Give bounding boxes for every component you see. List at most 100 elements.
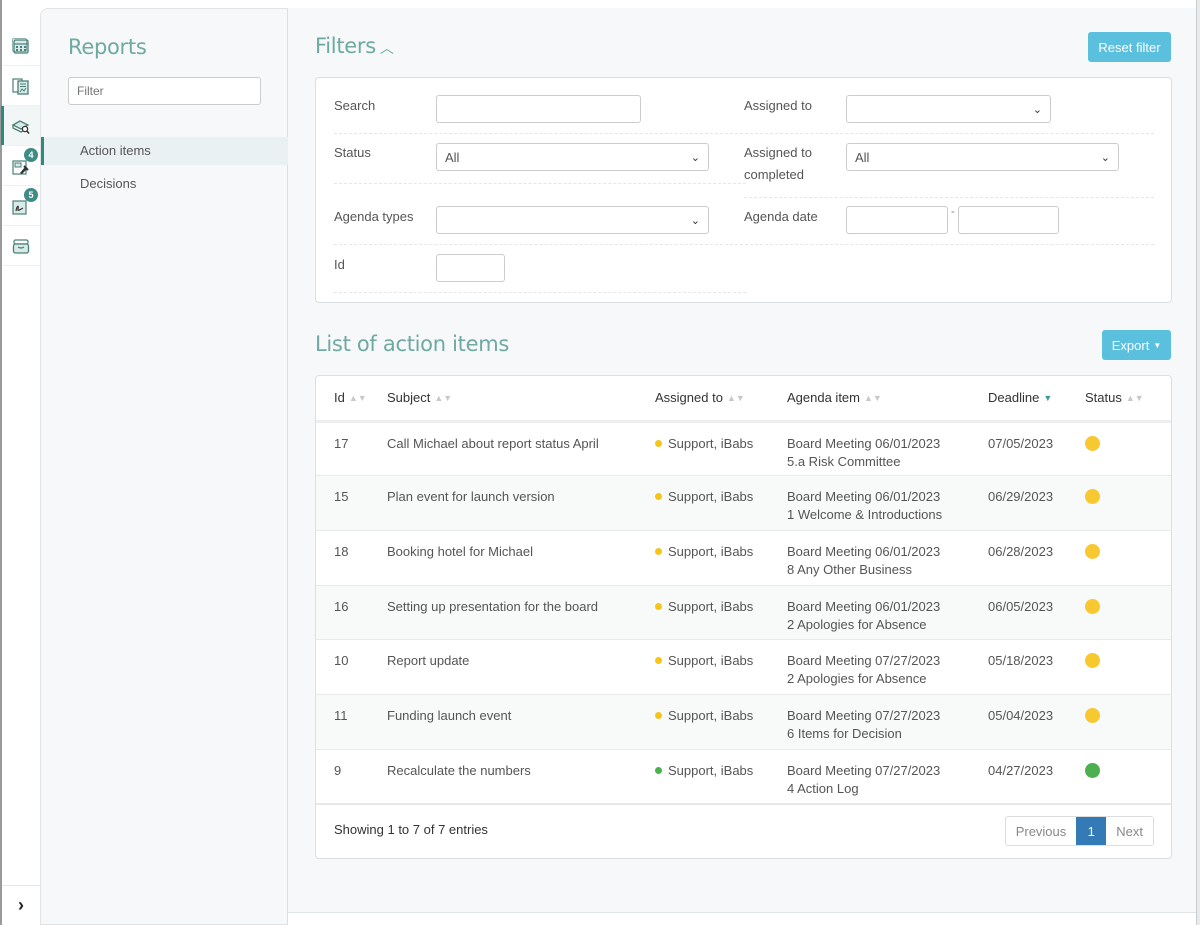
column-header-assigned-to[interactable]: Assigned to ▲▼ bbox=[655, 376, 787, 423]
cell-deadline: 06/05/2023 bbox=[988, 585, 1085, 641]
chevron-down-icon: ⌄ bbox=[1032, 104, 1042, 116]
id-input[interactable] bbox=[436, 254, 505, 282]
assignee-value: Support, iBabs bbox=[668, 598, 754, 614]
next-page-button[interactable]: Next bbox=[1106, 817, 1153, 845]
table-row[interactable]: 15 Plan event for launch version Support, … bbox=[316, 475, 1171, 531]
cell-agenda-item: Board Meeting 06/01/2023 1 Welcome & Intr… bbox=[787, 475, 988, 531]
cell-id: 18 bbox=[316, 530, 387, 586]
rail-item-calendar[interactable] bbox=[2, 26, 40, 66]
agenda-date-to-input[interactable] bbox=[958, 206, 1059, 234]
search-input[interactable] bbox=[436, 95, 641, 123]
subject-value[interactable]: Plan event for launch version bbox=[387, 489, 555, 504]
column-header-subject[interactable]: Subject ▲▼ bbox=[387, 376, 655, 423]
reset-filter-button[interactable]: Reset filter bbox=[1088, 32, 1171, 62]
id-value: 9 bbox=[334, 762, 342, 778]
cell-status bbox=[1085, 639, 1171, 695]
agenda-item-title: 4 Action Log bbox=[787, 780, 859, 796]
sort-icon: ▲▼ bbox=[864, 393, 882, 404]
id-value: 18 bbox=[334, 543, 349, 559]
cell-assigned: Support, iBabs bbox=[655, 639, 787, 695]
assignee-value: Support, iBabs bbox=[668, 435, 754, 451]
assignee-value: Support, iBabs bbox=[668, 543, 754, 559]
column-header-label: Subject bbox=[387, 390, 431, 406]
reports-filter-input[interactable] bbox=[68, 77, 261, 105]
assignee-value: Support, iBabs bbox=[668, 707, 754, 723]
subject-value[interactable]: Report update bbox=[387, 653, 469, 668]
agenda-item-title: 6 Items for Decision bbox=[787, 725, 902, 741]
table-row[interactable]: 9 Recalculate the numbers Support, iBabs Bo… bbox=[316, 749, 1171, 805]
agenda-item-title: 2 Apologies for Absence bbox=[787, 671, 927, 687]
action-items-badge: 4 bbox=[24, 148, 38, 162]
subject-value[interactable]: Setting up presentation for the board bbox=[387, 599, 598, 614]
rail-item-action-items[interactable]: 4 bbox=[2, 146, 40, 186]
id-value: 10 bbox=[334, 653, 349, 669]
table-row[interactable]: 16 Setting up presentation for the board S… bbox=[316, 585, 1171, 641]
sort-icon: ▲▼ bbox=[1125, 393, 1144, 404]
column-header-label: Deadline bbox=[988, 390, 1040, 406]
status-label: Status bbox=[334, 145, 371, 160]
table-row[interactable]: 11 Funding launch event Support, iBabs Boar… bbox=[316, 694, 1171, 750]
deadline-value: 04/27/2023 bbox=[988, 762, 1054, 778]
export-button[interactable]: Export ▼ bbox=[1102, 330, 1171, 360]
status-indicator bbox=[1085, 435, 1100, 451]
assignee-status-dot bbox=[655, 439, 662, 447]
agenda-meeting: Board Meeting 06/01/2023 bbox=[787, 489, 941, 505]
cell-status bbox=[1085, 530, 1171, 586]
subject-value[interactable]: Call Michael about report status April bbox=[387, 436, 599, 451]
rail-item-documents[interactable] bbox=[2, 66, 40, 106]
nav-item-decisions[interactable]: Decisions bbox=[41, 170, 288, 198]
cell-id: 11 bbox=[316, 694, 387, 750]
column-header-label: Agenda item bbox=[787, 390, 860, 406]
nav-item-action-items[interactable]: Action items bbox=[41, 137, 288, 165]
assignee-status-dot bbox=[655, 547, 662, 555]
assigned-to-select[interactable]: ⌄ bbox=[846, 95, 1051, 123]
agenda-date-label: Agenda date bbox=[744, 209, 818, 224]
cell-deadline: 06/29/2023 bbox=[988, 475, 1085, 531]
status-select[interactable]: All ⌄ bbox=[436, 143, 709, 171]
assignee-status-dot bbox=[655, 602, 662, 610]
page-1-button[interactable]: 1 bbox=[1076, 817, 1107, 845]
rail-item-archive[interactable] bbox=[2, 226, 40, 266]
subject-value[interactable]: Funding launch event bbox=[387, 708, 511, 723]
table-header-row: Id ▲▼ Subject ▲▼ Assigned to ▲▼ Agenda item… bbox=[316, 376, 1171, 423]
filter-divider bbox=[334, 183, 746, 184]
agenda-meeting: Board Meeting 06/01/2023 bbox=[787, 543, 941, 559]
column-header-agenda-item[interactable]: Agenda item ▲▼ bbox=[787, 376, 988, 423]
status-indicator bbox=[1085, 653, 1100, 669]
assigned-completed-select[interactable]: All ⌄ bbox=[846, 143, 1119, 171]
previous-page-button[interactable]: Previous bbox=[1005, 817, 1077, 845]
filters-panel: Search Status All ⌄ Agenda types ⌄ Id Ass… bbox=[315, 77, 1172, 303]
assignee-status-dot bbox=[655, 711, 662, 719]
cell-status bbox=[1085, 694, 1171, 750]
id-value: 11 bbox=[334, 707, 348, 723]
cell-assigned: Support, iBabs bbox=[655, 694, 787, 750]
cell-assigned: Support, iBabs bbox=[655, 585, 787, 641]
filters-title[interactable]: Filters ︿ bbox=[315, 34, 394, 58]
chevron-right-icon: › bbox=[18, 895, 24, 915]
chevron-up-icon[interactable]: ︿ bbox=[380, 41, 394, 57]
table-row[interactable]: 10 Report update Support, iBabs Board Meeti… bbox=[316, 639, 1171, 695]
column-header-deadline[interactable]: Deadline ▼ bbox=[988, 376, 1085, 423]
expand-sidebar-button[interactable]: › bbox=[2, 885, 40, 925]
rail-item-signing[interactable]: 5 bbox=[2, 186, 40, 226]
table-row[interactable]: 17 Call Michael about report status April… bbox=[316, 421, 1171, 477]
rail-item-reports[interactable] bbox=[1, 106, 40, 146]
subject-value[interactable]: Recalculate the numbers bbox=[387, 763, 531, 778]
subject-value[interactable]: Booking hotel for Michael bbox=[387, 544, 533, 559]
agenda-meeting: Board Meeting 07/27/2023 bbox=[787, 762, 941, 778]
assigned-to-label: Assigned to bbox=[744, 98, 812, 113]
cell-status bbox=[1085, 421, 1171, 477]
agenda-date-from-input[interactable] bbox=[846, 206, 948, 234]
cell-subject: Funding launch event bbox=[387, 694, 655, 750]
reports-title: Reports bbox=[68, 35, 147, 59]
status-indicator bbox=[1085, 707, 1100, 723]
cell-subject: Setting up presentation for the board bbox=[387, 585, 655, 641]
table-row[interactable]: 18 Booking hotel for Michael Support, iBab… bbox=[316, 530, 1171, 586]
column-header-status[interactable]: Status ▲▼ bbox=[1085, 376, 1171, 423]
column-header-id[interactable]: Id ▲▼ bbox=[316, 376, 387, 423]
app-window: 4 5 › Reports Action items Decisions Fil… bbox=[0, 0, 1200, 925]
assignee-value: Support, iBabs bbox=[668, 489, 754, 505]
pagination: Previous 1 Next bbox=[1004, 816, 1154, 846]
agenda-types-select[interactable]: ⌄ bbox=[436, 206, 709, 234]
scrollbar[interactable] bbox=[1196, 0, 1200, 925]
